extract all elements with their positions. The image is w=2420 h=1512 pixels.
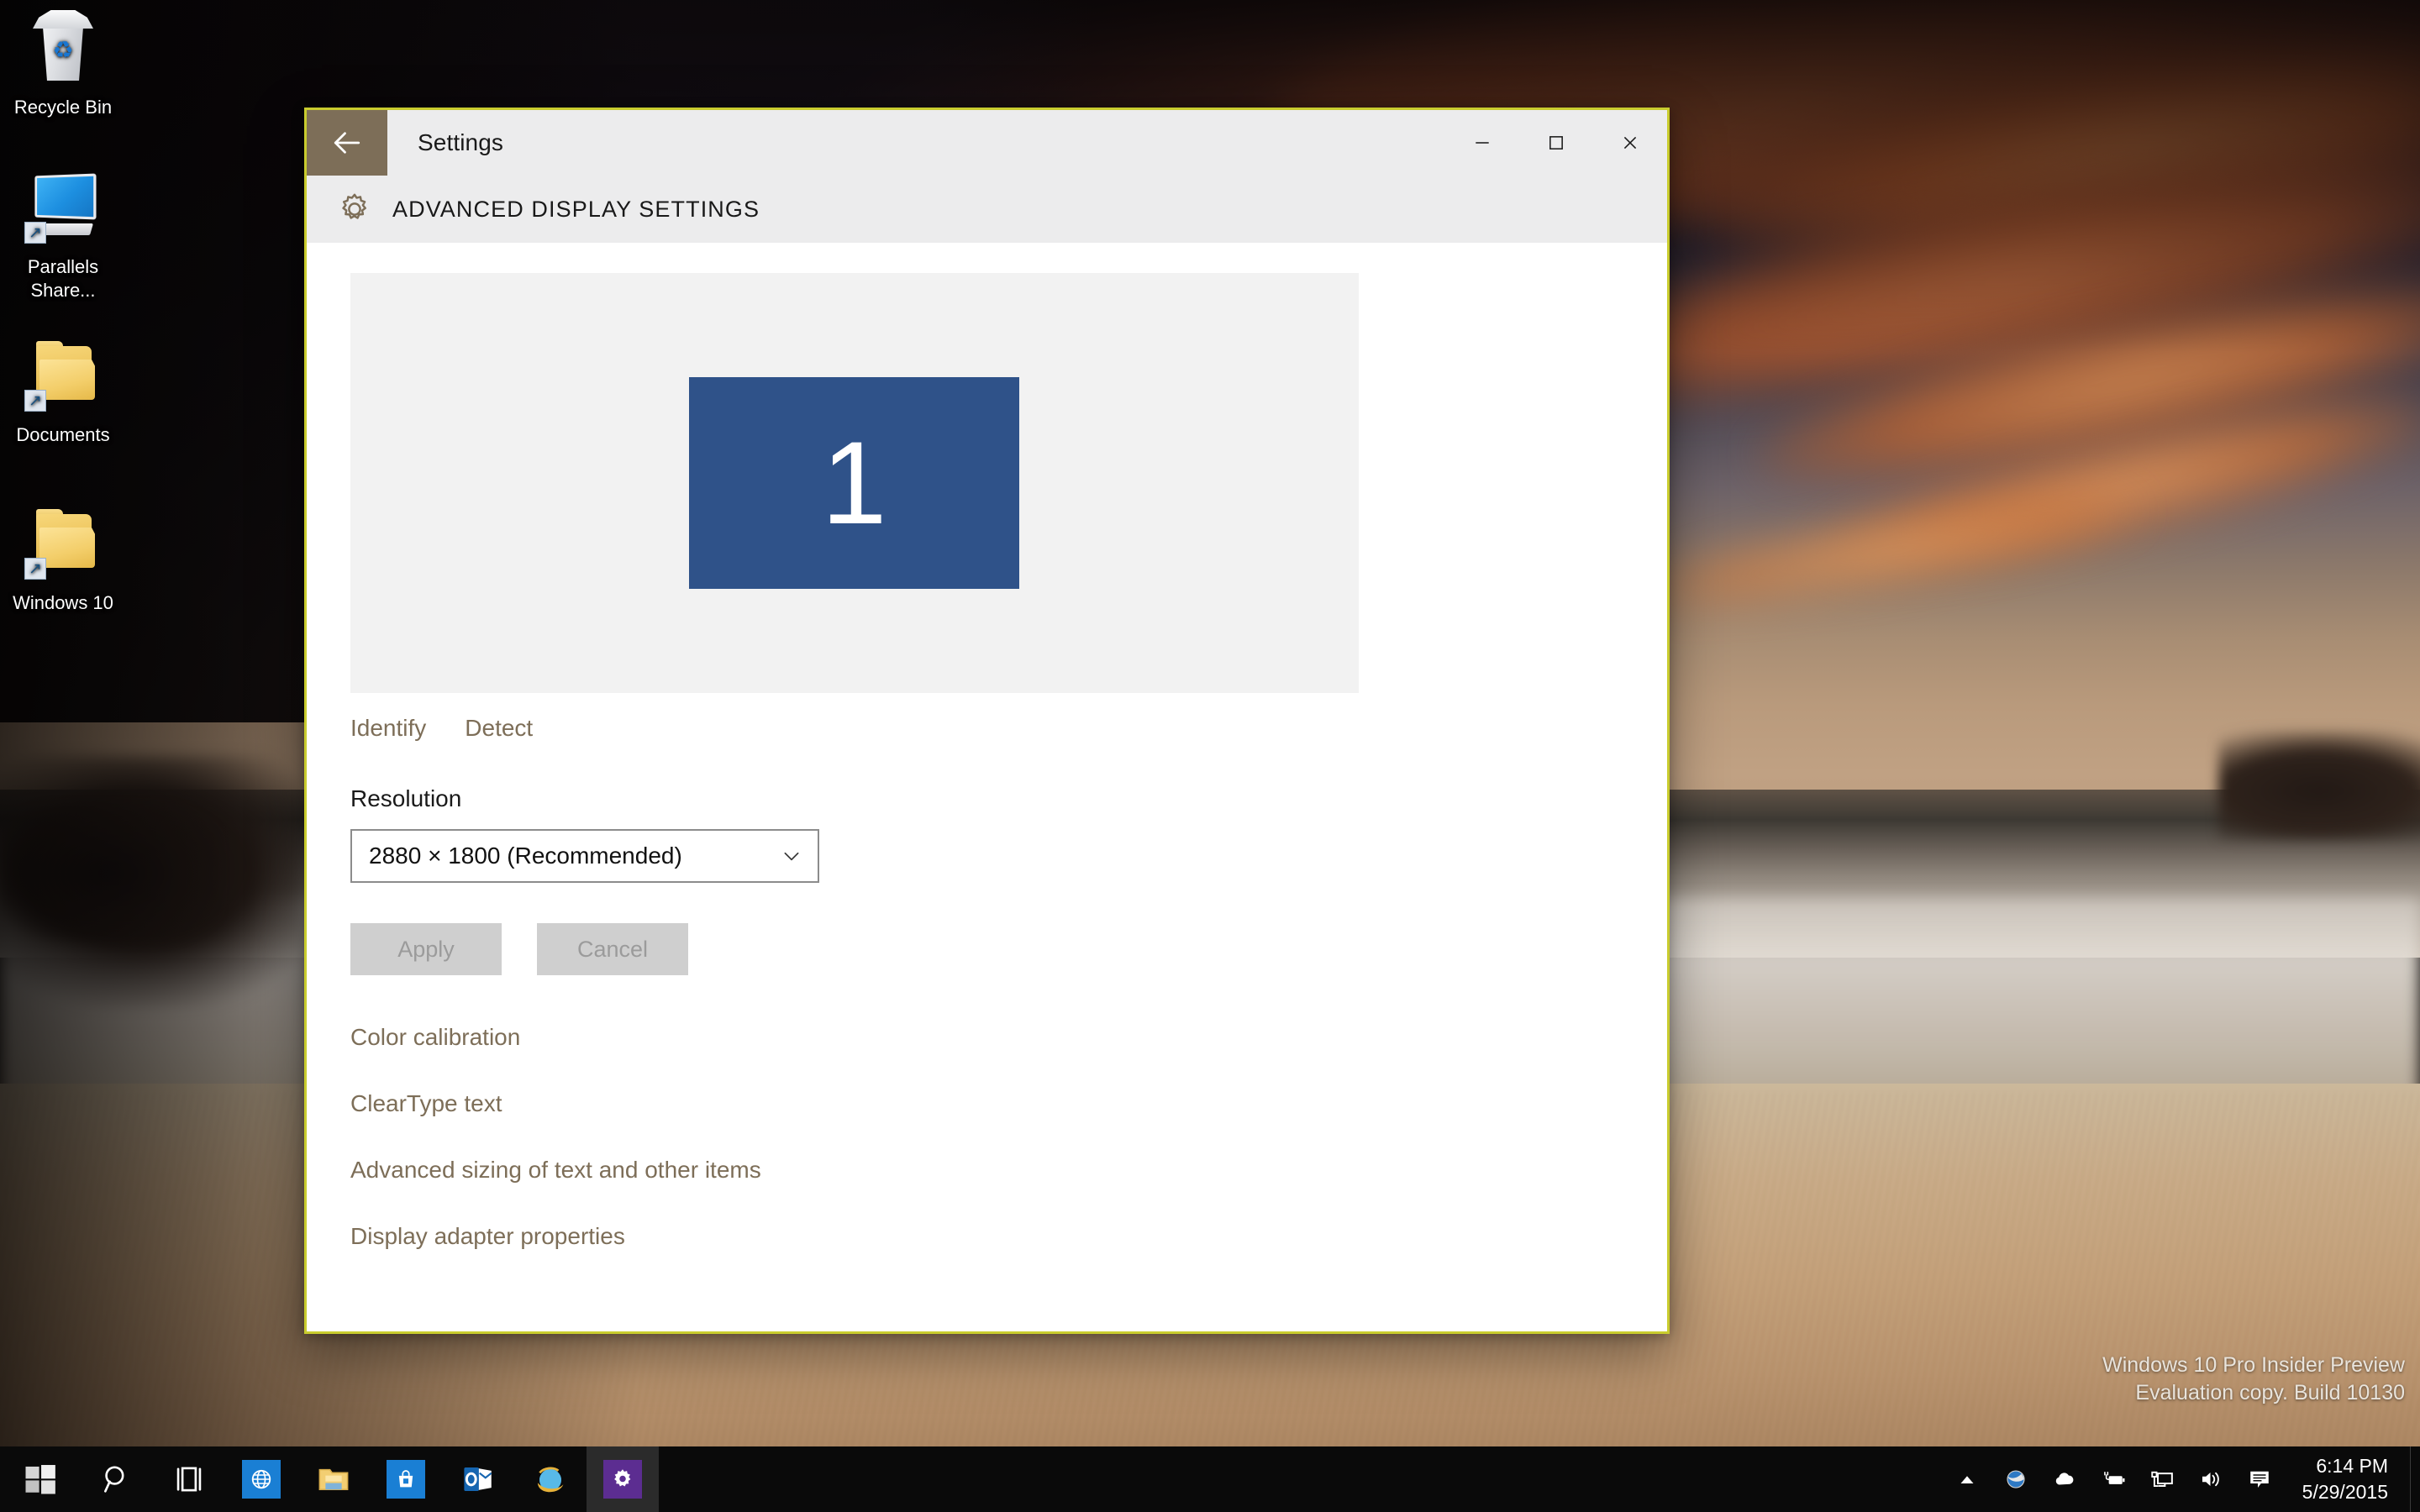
- desktop-icon-label: Documents: [16, 424, 110, 445]
- cancel-button[interactable]: Cancel: [537, 923, 688, 975]
- battery-button[interactable]: [2089, 1446, 2138, 1512]
- maximize-icon: [1549, 136, 1563, 150]
- detect-link[interactable]: Detect: [465, 715, 533, 742]
- window-controls: [1445, 110, 1667, 176]
- link-cleartype-text[interactable]: ClearType text: [350, 1090, 502, 1117]
- display-tile-1[interactable]: 1: [689, 377, 1019, 589]
- desktop[interactable]: ♻ Recycle Bin ↗ Parallels Share... ↗ Doc…: [0, 0, 2420, 1512]
- taskbar-task-view-button[interactable]: [153, 1446, 225, 1512]
- folder-icon: ↗: [21, 502, 105, 586]
- network-button[interactable]: [2138, 1446, 2186, 1512]
- resolution-dropdown[interactable]: 2880 × 1800 (Recommended): [350, 829, 819, 883]
- system-tray: 6:14 PM 5/29/2015: [1943, 1446, 2420, 1512]
- windows-logo-icon: [25, 1465, 55, 1494]
- globe-icon: [2007, 1470, 2025, 1488]
- action-center-icon: [2250, 1471, 2269, 1488]
- minimize-icon: [1476, 142, 1489, 144]
- resolution-label: Resolution: [350, 785, 462, 811]
- gear-icon: [330, 185, 379, 234]
- window-titlebar[interactable]: Settings: [307, 110, 1667, 176]
- task-view-icon: [176, 1467, 202, 1492]
- taskbar-outlook-button[interactable]: [442, 1446, 514, 1512]
- identify-link[interactable]: Identify: [350, 715, 426, 742]
- shortcut-arrow-icon: ↗: [24, 390, 46, 412]
- edge-icon: [242, 1460, 281, 1499]
- chevron-down-icon: [784, 852, 799, 861]
- wallpaper-rock: [2218, 731, 2420, 840]
- outlook-icon: [464, 1467, 492, 1491]
- store-icon: [387, 1460, 425, 1499]
- taskbar-edge-button[interactable]: [225, 1446, 297, 1512]
- settings-gear-icon: [603, 1460, 642, 1499]
- close-icon: [1623, 136, 1637, 150]
- action-buttons: Apply Cancel: [350, 923, 1667, 975]
- shortcut-arrow-icon: ↗: [24, 222, 46, 244]
- onedrive-button[interactable]: [2040, 1446, 2089, 1512]
- onedrive-cloud-icon: [2055, 1473, 2074, 1485]
- related-settings-links: Color calibration ClearType text Advance…: [350, 1024, 1667, 1250]
- file-explorer-icon: [318, 1468, 349, 1491]
- link-advanced-sizing[interactable]: Advanced sizing of text and other items: [350, 1157, 761, 1184]
- taskbar-store-button[interactable]: [370, 1446, 442, 1512]
- clock-time: 6:14 PM: [2316, 1454, 2388, 1477]
- search-icon: [104, 1466, 124, 1493]
- desktop-icon-label: Recycle Bin: [13, 97, 113, 118]
- apply-button[interactable]: Apply: [350, 923, 502, 975]
- start-button[interactable]: [0, 1446, 81, 1512]
- page-title: ADVANCED DISPLAY SETTINGS: [392, 196, 760, 222]
- back-arrow-icon: [334, 132, 360, 154]
- taskbar-settings-button[interactable]: [587, 1446, 659, 1512]
- battery-icon: [2104, 1472, 2125, 1484]
- volume-button[interactable]: [2186, 1446, 2235, 1512]
- evaluation-watermark: Windows 10 Pro Insider Preview Evaluatio…: [2102, 1352, 2405, 1409]
- link-color-calibration[interactable]: Color calibration: [350, 1024, 520, 1051]
- desktop-icon-label: Parallels Share...: [27, 256, 99, 301]
- shortcut-arrow-icon: ↗: [24, 558, 46, 580]
- display-number: 1: [821, 417, 887, 549]
- resolution-value: 2880 × 1800 (Recommended): [369, 843, 682, 869]
- back-button[interactable]: [307, 110, 387, 176]
- taskbar-file-explorer-button[interactable]: [297, 1446, 370, 1512]
- monitor-icon: ↗: [21, 166, 105, 250]
- window-title: Settings: [418, 129, 503, 155]
- desktop-icon-label: Windows 10: [13, 592, 113, 613]
- recycle-bin-icon: ♻: [21, 7, 105, 91]
- network-icon: [2151, 1471, 2173, 1487]
- show-desktop-button[interactable]: [2410, 1446, 2420, 1512]
- desktop-icon-documents[interactable]: ↗ Documents: [0, 334, 134, 447]
- minimize-button[interactable]: [1445, 110, 1519, 176]
- clock-date: 5/29/2015: [2302, 1481, 2388, 1503]
- internet-explorer-icon: [537, 1467, 564, 1493]
- watermark-line-2: Evaluation copy. Build 10130: [2135, 1381, 2405, 1405]
- folder-icon: ↗: [21, 334, 105, 418]
- display-arrangement-area[interactable]: 1: [350, 273, 1359, 693]
- settings-content: 1 Identify Detect Resolution 2880 × 1800…: [307, 243, 1667, 1331]
- show-hidden-icons-button[interactable]: [1943, 1446, 1991, 1512]
- desktop-icon-windows-10[interactable]: ↗ Windows 10: [0, 502, 134, 615]
- desktop-icon-parallels-share[interactable]: ↗ Parallels Share...: [0, 166, 134, 302]
- tray-globe-icon-button[interactable]: [1991, 1446, 2040, 1512]
- link-display-adapter-properties[interactable]: Display adapter properties: [350, 1223, 625, 1250]
- settings-window[interactable]: Settings ADVANCED DISPLAY SETTINGS 1 Ide…: [304, 108, 1670, 1334]
- chevron-up-icon: [1960, 1476, 1974, 1483]
- taskbar-search-button[interactable]: [81, 1446, 153, 1512]
- action-center-button[interactable]: [2235, 1446, 2284, 1512]
- page-header: ADVANCED DISPLAY SETTINGS: [307, 176, 1667, 243]
- close-button[interactable]: [1593, 110, 1667, 176]
- display-actions: Identify Detect: [350, 715, 1667, 742]
- volume-icon: [2202, 1472, 2219, 1487]
- taskbar-internet-explorer-button[interactable]: [514, 1446, 587, 1512]
- taskbar-clock[interactable]: 6:14 PM 5/29/2015: [2284, 1453, 2410, 1505]
- maximize-button[interactable]: [1519, 110, 1593, 176]
- desktop-icon-recycle-bin[interactable]: ♻ Recycle Bin: [0, 7, 134, 119]
- taskbar[interactable]: 6:14 PM 5/29/2015: [0, 1446, 2420, 1512]
- watermark-line-1: Windows 10 Pro Insider Preview: [2102, 1352, 2405, 1377]
